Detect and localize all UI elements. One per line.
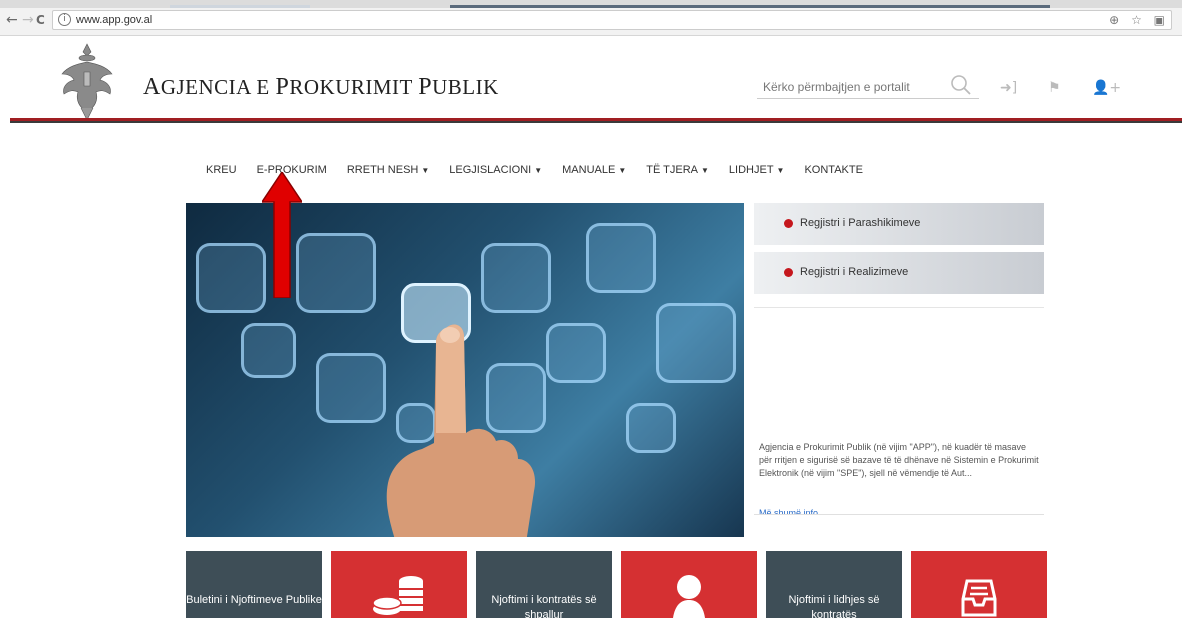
tile-label: Njoftimi i lidhjes së kontratës bbox=[788, 594, 880, 621]
menu-label: KONTAKTE bbox=[804, 164, 863, 176]
sidebar-bottom-divider bbox=[754, 514, 1044, 515]
menu-item-kreu[interactable]: KREU bbox=[206, 164, 237, 176]
info-icon[interactable]: i bbox=[58, 13, 71, 26]
albanian-eagle-logo[interactable] bbox=[58, 42, 116, 122]
site-title-initial3: P bbox=[418, 74, 433, 100]
login-icon[interactable]: ➜] bbox=[1000, 80, 1017, 96]
hand-pointing-graphic bbox=[386, 324, 535, 537]
caret-down-icon: ▼ bbox=[421, 166, 430, 175]
menu-label: KREU bbox=[206, 164, 237, 176]
menu-item-kontakte[interactable]: KONTAKTE bbox=[804, 164, 862, 176]
menu-label: MANUALE bbox=[562, 164, 616, 176]
tile-label: Buletini i Njoftimeve Publike bbox=[186, 594, 322, 606]
site-title-initial: A bbox=[143, 74, 161, 100]
registry-realizations-label: Regjistri i Realizimeve bbox=[800, 266, 909, 278]
menu-item-te-tjera[interactable]: TË TJERA ▼ bbox=[646, 164, 709, 176]
hero-square bbox=[481, 243, 551, 313]
flag-icon[interactable]: ⚑ bbox=[1048, 80, 1061, 96]
back-button[interactable]: ← bbox=[6, 12, 18, 28]
hero-square bbox=[296, 233, 376, 313]
translate-icon[interactable]: ⊕ bbox=[1109, 13, 1119, 27]
loading-bar bbox=[450, 5, 1050, 8]
header-divider-dark bbox=[10, 121, 1182, 123]
hero-square bbox=[586, 223, 656, 293]
person-icon bbox=[673, 575, 705, 618]
caret-down-icon: ▼ bbox=[776, 166, 785, 175]
registry-forecasts-label: Regjistri i Parashikimeve bbox=[800, 217, 921, 229]
site-title-word3: UBLIK bbox=[432, 75, 499, 99]
tile-contract-signing-notice[interactable]: Njoftimi i lidhjes së kontratës bbox=[766, 551, 902, 621]
caret-down-icon: ▼ bbox=[701, 166, 709, 175]
tab-indicator bbox=[170, 5, 310, 8]
site-title-word1: GJENCIA E bbox=[160, 75, 276, 99]
red-arrow-annotation bbox=[262, 172, 302, 298]
tile-coins[interactable] bbox=[331, 551, 467, 618]
bookmark-star-icon[interactable]: ☆ bbox=[1131, 13, 1142, 27]
registry-realizations-button[interactable]: Regjistri i Realizimeve bbox=[754, 252, 1044, 294]
reload-button[interactable]: C bbox=[36, 13, 45, 27]
sidebar-divider bbox=[754, 307, 1044, 308]
search-input[interactable]: Kërko përmbajtjen e portalit bbox=[757, 73, 979, 99]
coins-icon bbox=[372, 576, 423, 615]
caret-down-icon: ▼ bbox=[618, 166, 627, 175]
menu-label: TË TJERA bbox=[646, 164, 698, 176]
tile-public-notices-bulletin[interactable]: Buletini i Njoftimeve Publike bbox=[186, 551, 322, 618]
search-placeholder: Kërko përmbajtjen e portalit bbox=[763, 80, 910, 94]
url-text[interactable]: www.app.gov.al bbox=[76, 14, 152, 26]
site-title[interactable]: AGJENCIA E PROKURIMIT PUBLIK bbox=[143, 74, 499, 101]
registry-forecasts-button[interactable]: Regjistri i Parashikimeve bbox=[754, 203, 1044, 245]
add-user-icon[interactable]: 👤+ bbox=[1092, 80, 1121, 96]
address-bar[interactable]: i www.app.gov.al ⊕ ☆ ▣ bbox=[52, 10, 1172, 30]
archive-icon bbox=[961, 579, 997, 617]
browser-toolbar: ← → C i www.app.gov.al ⊕ ☆ ▣ bbox=[0, 0, 1182, 36]
menu-item-lidhjet[interactable]: LIDHJET ▼ bbox=[729, 164, 785, 176]
news-excerpt: Agjencia e Prokurimit Publik (në vijim "… bbox=[759, 442, 1039, 478]
hero-square bbox=[626, 403, 676, 453]
menu-item-legjislacioni[interactable]: LEGJISLACIONI ▼ bbox=[449, 164, 542, 176]
tile-person[interactable] bbox=[621, 551, 757, 618]
tab-strip bbox=[0, 0, 1182, 8]
bullet-icon bbox=[784, 219, 793, 228]
tile-contract-notice[interactable]: Njoftimi i kontratës së shpallur bbox=[476, 551, 612, 621]
search-icon[interactable] bbox=[950, 74, 972, 96]
hero-square bbox=[546, 323, 606, 383]
tile-archive[interactable] bbox=[911, 551, 1047, 618]
menu-label: RRETH NESH bbox=[346, 164, 419, 176]
menu-label: LIDHJET bbox=[728, 164, 774, 176]
forward-button[interactable]: → bbox=[22, 12, 34, 28]
menu-label: LEGJISLACIONI bbox=[449, 164, 532, 176]
menu-item-rreth-nesh[interactable]: RRETH NESH ▼ bbox=[347, 164, 429, 176]
hero-square bbox=[656, 303, 736, 383]
address-bar-icons: ⊕ ☆ ▣ bbox=[1101, 13, 1165, 27]
bullet-icon bbox=[784, 268, 793, 277]
caret-down-icon: ▼ bbox=[534, 166, 543, 175]
extension-icon[interactable]: ▣ bbox=[1154, 13, 1165, 27]
hero-square bbox=[196, 243, 266, 313]
hero-square bbox=[241, 323, 296, 378]
site-title-word2: ROKURIMIT bbox=[289, 75, 419, 99]
main-navigation: KREU E-PROKURIM RRETH NESH ▼ LEGJISLACION… bbox=[206, 164, 883, 176]
site-title-initial2: P bbox=[275, 74, 290, 100]
tile-label: Njoftimi i kontratës së shpallur bbox=[491, 594, 597, 621]
menu-item-manuale[interactable]: MANUALE ▼ bbox=[562, 164, 626, 176]
